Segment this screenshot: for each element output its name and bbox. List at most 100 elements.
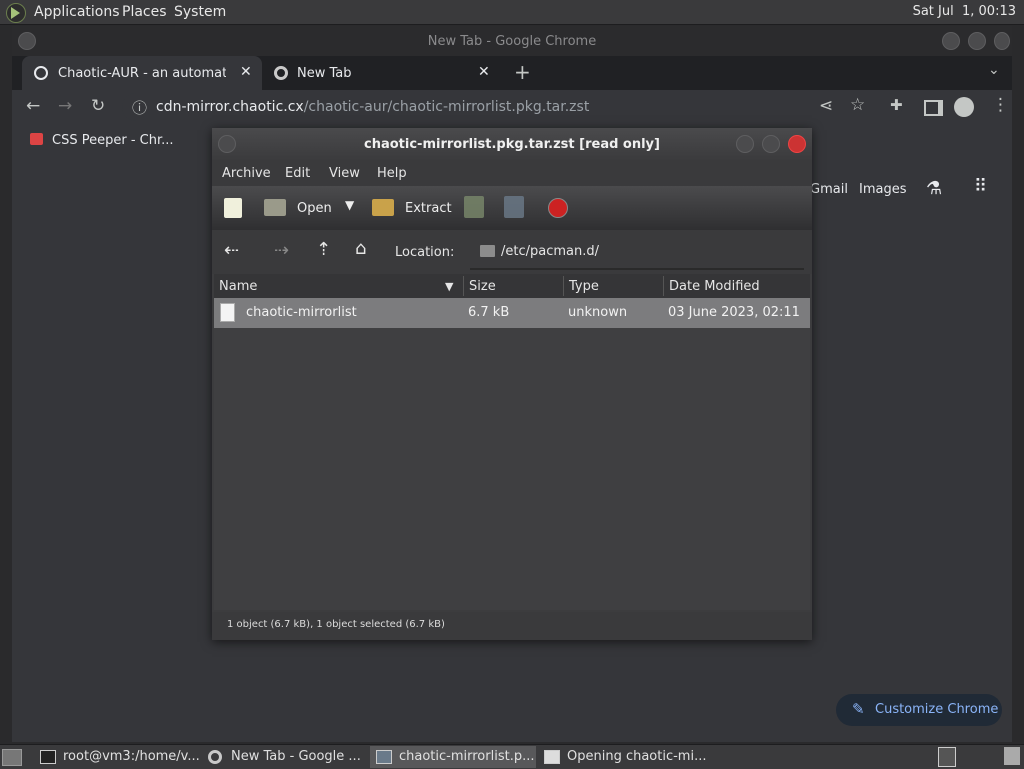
minimize-button[interactable]: [942, 32, 960, 50]
css-peeper-icon: [30, 133, 43, 145]
profile-avatar[interactable]: [954, 97, 974, 117]
menu-edit[interactable]: Edit: [285, 166, 310, 181]
side-panel-icon[interactable]: [924, 100, 943, 116]
back-icon[interactable]: ←: [26, 96, 40, 116]
customize-chrome-button[interactable]: ✎ Customize Chrome: [836, 694, 1002, 726]
location-entry[interactable]: /etc/pacman.d/: [470, 236, 804, 270]
extract-icon[interactable]: [372, 199, 394, 216]
tab-chaotic-aur[interactable]: Chaotic-AUR - an automated b ✕: [22, 56, 262, 90]
trash-icon[interactable]: [1004, 747, 1020, 765]
reload-icon[interactable]: ↻: [91, 96, 105, 116]
url-text[interactable]: cdn-mirror.chaotic.cx/chaotic-aur/chaoti…: [156, 99, 589, 115]
new-archive-icon[interactable]: [224, 198, 242, 218]
archive-manager-window: chaotic-mirrorlist.pkg.tar.zst [read onl…: [212, 128, 812, 640]
share-icon[interactable]: ⋖: [819, 96, 833, 116]
system-menu[interactable]: System: [174, 4, 226, 20]
open-button[interactable]: Open: [297, 201, 332, 216]
site-info-icon[interactable]: ⓘ: [132, 97, 147, 118]
menu-kebab-icon[interactable]: ⋮: [992, 95, 1009, 115]
back-icon[interactable]: ⇠: [224, 240, 239, 261]
task-label: root@vm3:/home/v...: [63, 749, 200, 764]
table-row[interactable]: chaotic-mirrorlist 6.7 kB unknown 03 Jun…: [214, 298, 810, 328]
column-name[interactable]: Name: [219, 279, 257, 294]
top-panel: Applications Places System Sat Jul 1, 00…: [0, 0, 1024, 25]
close-tab-icon[interactable]: ✕: [240, 64, 252, 80]
globe-icon: [34, 66, 48, 80]
open-dropdown-icon[interactable]: ▼: [345, 198, 354, 212]
location-label: Location:: [395, 245, 455, 260]
gnome-foot-icon[interactable]: [6, 3, 26, 23]
task-terminal[interactable]: root@vm3:/home/v...: [34, 746, 200, 768]
close-window-button[interactable]: [788, 135, 806, 153]
places-menu[interactable]: Places: [122, 4, 167, 20]
folder-icon: [480, 245, 495, 257]
close-window-button[interactable]: [994, 32, 1010, 50]
maximize-button[interactable]: [762, 135, 780, 153]
extract-button[interactable]: Extract: [405, 201, 452, 216]
maximize-button[interactable]: [968, 32, 986, 50]
column-divider: [463, 276, 464, 296]
close-tab-icon[interactable]: ✕: [478, 64, 490, 80]
status-bar: 1 object (6.7 kB), 1 object selected (6.…: [212, 612, 812, 640]
column-date-modified[interactable]: Date Modified: [669, 279, 760, 294]
pencil-icon: ✎: [852, 700, 865, 718]
workspace-switcher-icon[interactable]: [938, 747, 956, 767]
tab-label: Chaotic-AUR - an automated b: [58, 66, 226, 81]
add-folder-icon[interactable]: [504, 196, 524, 218]
images-link[interactable]: Images: [859, 182, 907, 197]
column-type[interactable]: Type: [569, 279, 599, 294]
task-archive-manager[interactable]: chaotic-mirrorlist.p...: [370, 746, 536, 768]
location-path: /etc/pacman.d/: [501, 244, 600, 259]
chrome-icon: [208, 750, 222, 764]
terminal-icon: [40, 750, 56, 764]
add-files-icon[interactable]: [464, 196, 484, 218]
archive-icon: [376, 750, 392, 764]
file-icon: [220, 303, 235, 322]
chrome-titlebar[interactable]: New Tab - Google Chrome: [12, 26, 1012, 56]
stop-icon[interactable]: [548, 198, 568, 218]
column-size[interactable]: Size: [469, 279, 496, 294]
location-bar: ⇠ ⇢ ⇡ ⌂ Location: /etc/pacman.d/: [212, 230, 812, 274]
cell-name: chaotic-mirrorlist: [246, 305, 357, 320]
file-list-header: Name ▼ Size Type Date Modified: [214, 274, 810, 299]
bookmark-css-peeper[interactable]: CSS Peeper - Chr...: [52, 133, 174, 148]
tab-new-tab[interactable]: New Tab ✕: [264, 56, 494, 90]
customize-label: Customize Chrome: [875, 702, 999, 717]
up-icon[interactable]: ⇡: [316, 239, 331, 260]
gmail-link[interactable]: Gmail: [810, 182, 848, 197]
show-desktop-icon[interactable]: [2, 749, 22, 766]
cell-modified: 03 June 2023, 02:11: [668, 305, 800, 320]
sort-down-icon[interactable]: ▼: [445, 280, 453, 293]
task-label: chaotic-mirrorlist.p...: [399, 749, 535, 764]
status-text: 1 object (6.7 kB), 1 object selected (6.…: [227, 619, 445, 630]
extensions-icon[interactable]: ✚: [890, 96, 903, 114]
task-opening-dialog[interactable]: Opening chaotic-mi...: [538, 746, 707, 768]
tab-strip: Chaotic-AUR - an automated b ✕ New Tab ✕…: [12, 56, 1012, 90]
task-chrome[interactable]: New Tab - Google ...: [202, 746, 368, 768]
applications-menu[interactable]: Applications: [34, 4, 120, 20]
archive-toolbar: Open ▼ Extract: [212, 186, 812, 230]
task-label: Opening chaotic-mi...: [567, 749, 707, 764]
address-bar[interactable]: ⓘ cdn-mirror.chaotic.cx/chaotic-aur/chao…: [122, 93, 902, 121]
archive-titlebar[interactable]: chaotic-mirrorlist.pkg.tar.zst [read onl…: [212, 128, 812, 160]
chevron-down-icon[interactable]: ⌄: [988, 62, 1000, 78]
menu-archive[interactable]: Archive: [222, 166, 271, 181]
labs-flask-icon[interactable]: ⚗: [926, 178, 942, 199]
minimize-button[interactable]: [736, 135, 754, 153]
menu-help[interactable]: Help: [377, 166, 407, 181]
new-tab-button[interactable]: +: [514, 60, 531, 84]
chrome-icon: [274, 66, 288, 80]
forward-icon[interactable]: ⇢: [274, 240, 289, 261]
menu-view[interactable]: View: [329, 166, 360, 181]
cell-type: unknown: [568, 305, 628, 320]
clock[interactable]: Sat Jul 1, 00:13: [913, 4, 1016, 19]
apps-grid-icon[interactable]: ⠿: [974, 176, 987, 197]
column-divider: [563, 276, 564, 296]
taskbar: root@vm3:/home/v... New Tab - Google ...…: [0, 744, 1024, 769]
chrome-toolbar: ← → ↻ ⓘ cdn-mirror.chaotic.cx/chaotic-au…: [12, 90, 1012, 126]
forward-icon[interactable]: →: [58, 96, 72, 116]
bookmark-star-icon[interactable]: ☆: [850, 95, 865, 115]
home-icon[interactable]: ⌂: [355, 238, 366, 259]
chrome-window-title: New Tab - Google Chrome: [427, 34, 597, 49]
open-icon[interactable]: [264, 199, 286, 216]
